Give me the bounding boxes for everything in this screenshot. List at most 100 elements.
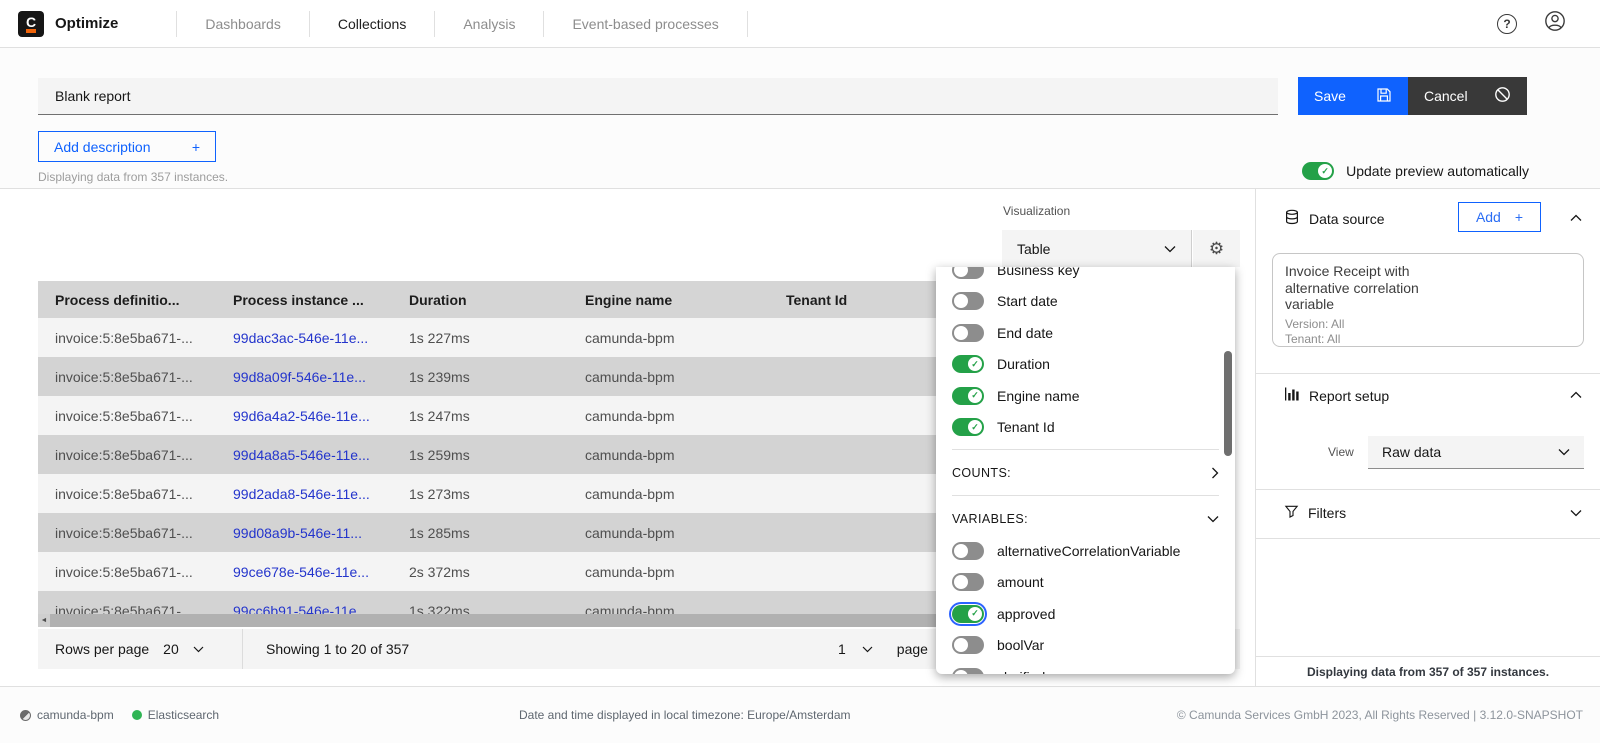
tab-event-based-processes[interactable]: Event-based processes bbox=[544, 16, 746, 32]
raw-data-table: Process definitio... Process instance ..… bbox=[38, 281, 936, 614]
view-label: View bbox=[1328, 445, 1354, 459]
cell-process-instance-link[interactable]: 99d6a4a2-546e-11e... bbox=[216, 408, 392, 424]
table-row: invoice:5:8e5ba671-... 99d2ada8-546e-11e… bbox=[38, 474, 936, 513]
toggle-on-icon[interactable] bbox=[952, 387, 984, 405]
save-label: Save bbox=[1314, 88, 1346, 104]
scroll-left-arrow-icon[interactable]: ◄ bbox=[38, 614, 50, 627]
cell-process-instance-link[interactable]: 99d2ada8-546e-11e... bbox=[216, 486, 392, 502]
add-description-button[interactable]: Add description + bbox=[38, 131, 216, 162]
column-toggle-tenant-id[interactable]: Tenant Id bbox=[952, 412, 1219, 444]
toggle-knob bbox=[954, 670, 968, 674]
toggle-knob bbox=[954, 575, 968, 589]
toggle-knob bbox=[954, 544, 968, 558]
app-title: Optimize bbox=[55, 15, 118, 32]
table-columns-settings-panel: Business key Start date End date Duratio… bbox=[936, 267, 1235, 674]
chevron-down-icon[interactable] bbox=[193, 646, 204, 653]
panel-scrollbar-thumb[interactable] bbox=[1224, 351, 1232, 456]
app-footer: camunda-bpm Elasticsearch Date and time … bbox=[0, 686, 1600, 743]
cell-process-instance-link[interactable]: 99d4a8a5-546e-11e... bbox=[216, 447, 392, 463]
cell-process-instance-link[interactable]: 99d8a09f-546e-11e... bbox=[216, 369, 392, 385]
cell-process-definition: invoice:5:8e5ba671-... bbox=[38, 330, 216, 346]
column-header-duration[interactable]: Duration bbox=[392, 292, 568, 308]
cell-engine-name: camunda-bpm bbox=[568, 525, 769, 541]
table-horizontal-scrollbar[interactable]: ◄ bbox=[38, 614, 936, 627]
chevron-down-icon[interactable] bbox=[862, 646, 873, 653]
variable-toggle-clarified[interactable]: clarified bbox=[952, 661, 1219, 674]
tab-analysis[interactable]: Analysis bbox=[435, 16, 543, 32]
toggle-on-icon[interactable] bbox=[952, 418, 984, 436]
variables-section-toggle[interactable]: VARIABLES: bbox=[952, 502, 1219, 535]
toggle-label: boolVar bbox=[997, 637, 1044, 653]
cell-process-definition: invoice:5:8e5ba671-... bbox=[38, 447, 216, 463]
cell-process-definition: invoice:5:8e5ba671-... bbox=[38, 486, 216, 502]
cell-duration: 1s 227ms bbox=[392, 330, 568, 346]
cancel-button[interactable]: Cancel bbox=[1408, 77, 1527, 115]
column-header-process-definition[interactable]: Process definitio... bbox=[38, 292, 216, 308]
cell-duration: 1s 322ms bbox=[392, 603, 568, 615]
filters-header: Filters bbox=[1284, 504, 1346, 522]
cell-process-instance-link[interactable]: 99dac3ac-546e-11e... bbox=[216, 330, 392, 346]
column-toggle-business-key[interactable]: Business key bbox=[952, 267, 1219, 286]
help-icon[interactable]: ? bbox=[1497, 14, 1517, 34]
table-row: invoice:5:8e5ba671-... 99d6a4a2-546e-11e… bbox=[38, 396, 936, 435]
variable-toggle-alternative-correlation-variable[interactable]: alternativeCorrelationVariable bbox=[952, 535, 1219, 567]
column-header-tenant-id[interactable]: Tenant Id bbox=[769, 292, 936, 308]
toggle-label: Business key bbox=[997, 267, 1079, 278]
auto-preview-toggle[interactable] bbox=[1302, 162, 1334, 180]
report-name-input[interactable] bbox=[38, 78, 1278, 115]
auto-preview-control: Update preview automatically bbox=[1302, 162, 1529, 180]
tab-dashboards[interactable]: Dashboards bbox=[177, 16, 309, 32]
toggle-on-focused-icon[interactable] bbox=[952, 605, 984, 623]
engine-name: camunda-bpm bbox=[37, 708, 114, 722]
chevron-down-icon bbox=[1207, 515, 1219, 523]
toggle-off-icon[interactable] bbox=[952, 267, 984, 279]
data-source-card[interactable]: Invoice Receipt with alternative correla… bbox=[1272, 253, 1584, 347]
variable-toggle-boolvar[interactable]: boolVar bbox=[952, 630, 1219, 662]
plus-icon: + bbox=[192, 139, 200, 155]
cancel-icon bbox=[1494, 86, 1511, 106]
auto-preview-label: Update preview automatically bbox=[1346, 163, 1529, 179]
cell-process-instance-link[interactable]: 99ce678e-546e-11e... bbox=[216, 564, 392, 580]
table-settings-gear-button[interactable]: ⚙ bbox=[1193, 230, 1240, 267]
column-toggle-duration[interactable]: Duration bbox=[952, 349, 1219, 381]
cell-process-instance-link[interactable]: 99d08a9b-546e-11... bbox=[216, 525, 392, 541]
table-row: invoice:5:8e5ba671-... 99d08a9b-546e-11.… bbox=[38, 513, 936, 552]
column-toggle-end-date[interactable]: End date bbox=[952, 317, 1219, 349]
column-header-process-instance[interactable]: Process instance ... bbox=[216, 292, 392, 308]
expand-filters-chevron-down-icon[interactable] bbox=[1570, 509, 1582, 517]
tab-collections[interactable]: Collections bbox=[310, 16, 434, 32]
column-header-engine-name[interactable]: Engine name bbox=[568, 292, 769, 308]
variable-toggle-approved[interactable]: approved bbox=[952, 598, 1219, 630]
camunda-logo-icon[interactable]: C bbox=[18, 11, 44, 37]
user-icon[interactable] bbox=[1544, 10, 1566, 37]
view-select[interactable]: Raw data bbox=[1368, 436, 1584, 469]
save-button[interactable]: Save bbox=[1298, 77, 1408, 115]
filters-title: Filters bbox=[1308, 505, 1346, 521]
column-toggle-start-date[interactable]: Start date bbox=[952, 286, 1219, 318]
collapse-report-setup-chevron-up-icon[interactable] bbox=[1570, 391, 1582, 399]
toggle-on-icon[interactable] bbox=[952, 355, 984, 373]
toggle-off-icon[interactable] bbox=[952, 542, 984, 560]
section-divider bbox=[1256, 538, 1600, 539]
instances-note: Displaying data from 357 instances. bbox=[38, 170, 228, 184]
visualization-select[interactable]: Table bbox=[1002, 230, 1192, 267]
variable-toggle-amount[interactable]: amount bbox=[952, 567, 1219, 599]
toggle-label: Duration bbox=[997, 356, 1050, 372]
toggle-off-icon[interactable] bbox=[952, 292, 984, 310]
toggle-off-icon[interactable] bbox=[952, 636, 984, 654]
toggle-off-icon[interactable] bbox=[952, 668, 984, 674]
add-data-source-button[interactable]: Add + bbox=[1458, 202, 1541, 232]
scrollbar-thumb[interactable] bbox=[50, 614, 936, 627]
counts-section-toggle[interactable]: COUNTS: bbox=[952, 456, 1219, 489]
collapse-data-source-chevron-up-icon[interactable] bbox=[1570, 214, 1582, 222]
report-setup-title: Report setup bbox=[1309, 388, 1389, 404]
cell-process-instance-link[interactable]: 99cc6b91-546e-11e... bbox=[216, 603, 392, 615]
page-number-value[interactable]: 1 bbox=[838, 641, 846, 657]
toggle-off-icon[interactable] bbox=[952, 324, 984, 342]
elasticsearch-status: Elasticsearch bbox=[132, 708, 219, 722]
column-toggle-engine-name[interactable]: Engine name bbox=[952, 380, 1219, 412]
showing-range-text: Showing 1 to 20 of 357 bbox=[266, 629, 409, 669]
toggle-off-icon[interactable] bbox=[952, 573, 984, 591]
rows-per-page-value[interactable]: 20 bbox=[163, 641, 179, 657]
data-source-title: Data source bbox=[1309, 211, 1384, 227]
